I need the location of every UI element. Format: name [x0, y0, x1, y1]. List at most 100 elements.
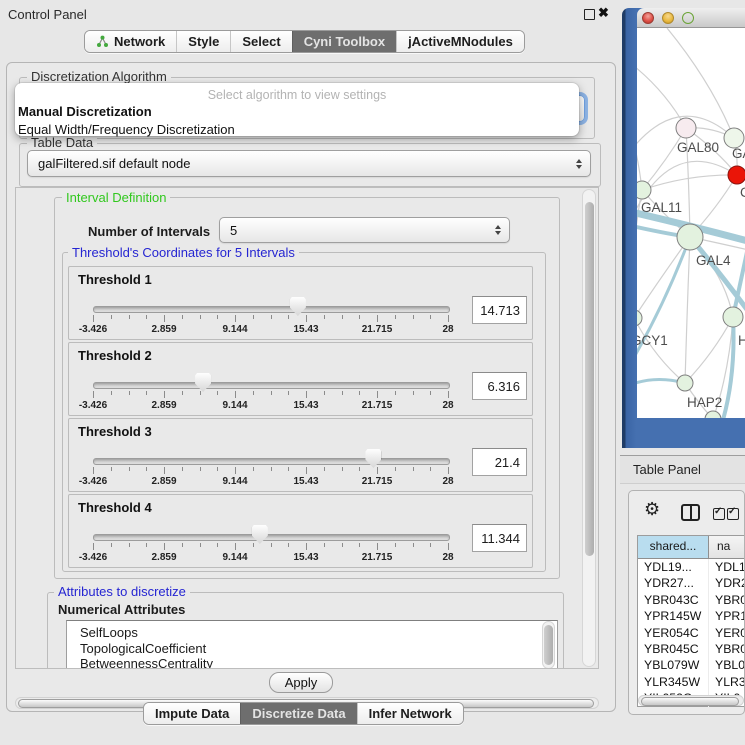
network-edge[interactable] — [667, 28, 734, 138]
threshold-value-field[interactable]: 6.316 — [472, 372, 527, 400]
table-cell[interactable]: YBR0 — [709, 592, 745, 608]
slider-track[interactable] — [93, 382, 450, 389]
tab-impute-data[interactable]: Impute Data — [144, 703, 240, 724]
tab-style[interactable]: Style — [176, 31, 230, 52]
combo-stepper-icon[interactable] — [495, 225, 501, 235]
threshold-value-field[interactable]: 11.344 — [472, 524, 527, 552]
table-row[interactable]: YER054CYER0 — [638, 625, 745, 641]
table-row[interactable]: YPR145WYPR1 — [638, 608, 745, 624]
column-header-na[interactable]: na — [709, 536, 745, 558]
table-cell[interactable]: YBL079W — [638, 657, 709, 673]
network-edge[interactable] — [690, 237, 733, 317]
slider-track[interactable] — [93, 534, 450, 541]
table-cell[interactable]: YBR043C — [638, 592, 709, 608]
tab-cyni-toolbox[interactable]: Cyni Toolbox — [292, 31, 396, 52]
slider-handle[interactable] — [252, 525, 268, 544]
slider-tick-mark — [306, 543, 307, 550]
zoom-traffic-light-icon[interactable] — [682, 12, 694, 24]
slider-tick-mark — [359, 391, 360, 395]
network-edge[interactable] — [642, 175, 737, 190]
attribute-list-item-topologicalcoefficient[interactable]: TopologicalCoefficient — [67, 641, 557, 657]
table-cell[interactable]: YBR045C — [638, 641, 709, 657]
numerical-attributes-list[interactable]: SelfLoopsTopologicalCoefficientBetweenne… — [66, 620, 558, 669]
column-header-shared-[interactable]: shared... — [638, 536, 709, 558]
tab-network[interactable]: Network — [85, 31, 176, 52]
split-columns-icon[interactable] — [681, 504, 700, 521]
network-node[interactable] — [637, 310, 642, 326]
attribute-list-item-selfloops[interactable]: SelfLoops — [67, 625, 557, 641]
slider-handle[interactable] — [195, 373, 211, 392]
table-row[interactable]: YBR045CYBR0 — [638, 641, 745, 657]
network-node[interactable] — [637, 181, 651, 199]
attributes-list-scrollbar-thumb[interactable] — [544, 625, 553, 665]
combo-stepper-icon[interactable] — [576, 159, 582, 169]
popup-option-manual-discretization[interactable]: Manual Discretization — [15, 103, 579, 121]
network-node[interactable] — [728, 166, 745, 184]
table-row[interactable]: YDR27...YDR2 — [638, 575, 745, 591]
close-traffic-light-icon[interactable] — [642, 12, 654, 24]
close-icon[interactable]: ✖ — [598, 5, 609, 21]
network-edge[interactable] — [637, 124, 642, 190]
slider-tick-mark — [271, 315, 272, 319]
column-checkbox-icon[interactable] — [727, 508, 739, 520]
attributes-list-scrollbar[interactable] — [542, 621, 555, 669]
slider-handle[interactable] — [290, 297, 306, 316]
table-cell[interactable]: YPR1 — [709, 608, 745, 624]
network-edge[interactable] — [637, 62, 686, 128]
network-node[interactable] — [677, 375, 693, 391]
table-data-combobox-value: galFiltered.sif default node — [38, 156, 190, 171]
network-edge[interactable] — [642, 128, 686, 190]
slider-handle[interactable] — [365, 449, 381, 468]
network-node[interactable] — [723, 307, 743, 327]
apply-button[interactable]: Apply — [269, 672, 333, 693]
network-edge[interactable] — [637, 318, 685, 383]
table-data-combobox[interactable]: galFiltered.sif default node — [27, 150, 591, 177]
settings-vertical-scrollbar-thumb[interactable] — [585, 202, 594, 556]
table-cell[interactable]: YER054C — [638, 625, 709, 641]
minimize-traffic-light-icon[interactable] — [662, 12, 674, 24]
slider-tick-label: -3.426 — [79, 324, 107, 335]
column-checkbox-icon[interactable] — [713, 508, 725, 520]
settings-gear-icon[interactable]: ⚙ — [644, 500, 660, 518]
settings-scroll-viewport: Interval Definition Number of Intervals … — [15, 187, 599, 669]
table-cell[interactable]: YBL0 — [709, 657, 745, 673]
table-horizontal-scrollbar[interactable] — [638, 695, 744, 706]
table-cell[interactable]: YDL19... — [638, 559, 709, 575]
table-row[interactable]: YLR345WYLR3 — [638, 674, 745, 690]
network-edge[interactable] — [685, 237, 690, 383]
slider-track[interactable] — [93, 306, 450, 313]
settings-vertical-scrollbar[interactable] — [582, 189, 596, 667]
table-horizontal-scrollbar-thumb[interactable] — [641, 697, 739, 706]
table-cell[interactable]: YBR0 — [709, 641, 745, 657]
table-cell[interactable]: YLR3 — [709, 674, 745, 690]
tab-discretize-data[interactable]: Discretize Data — [240, 703, 356, 724]
number-of-intervals-combobox[interactable]: 5 — [219, 217, 510, 243]
float-window-icon[interactable] — [584, 9, 595, 20]
tab-jactivemnodules[interactable]: jActiveMNodules — [396, 31, 524, 52]
network-edge[interactable] — [637, 237, 690, 318]
table-cell[interactable]: YPR145W — [638, 608, 709, 624]
table-cell[interactable]: YLR345W — [638, 674, 709, 690]
network-node[interactable] — [724, 128, 744, 148]
table-row[interactable]: YBL079WYBL0 — [638, 657, 745, 673]
threshold-value-field[interactable]: 14.713 — [472, 296, 527, 324]
attribute-list-item-betweennesscentrality[interactable]: BetweennessCentrality — [67, 656, 557, 669]
table-row[interactable]: YBR043CYBR0 — [638, 592, 745, 608]
table-cell[interactable]: YER0 — [709, 625, 745, 641]
network-node[interactable] — [676, 118, 696, 138]
network-edge-highlighted[interactable] — [637, 237, 690, 376]
network-window-titlebar[interactable] — [637, 8, 745, 28]
network-node[interactable] — [677, 224, 703, 250]
tab-select[interactable]: Select — [230, 31, 291, 52]
table-cell[interactable]: YDR27... — [638, 575, 709, 591]
threshold-value-field[interactable]: 21.4 — [472, 448, 527, 476]
popup-option-equal-width-frequency-discretization[interactable]: Equal Width/Frequency Discretization — [15, 121, 579, 139]
network-view-canvas[interactable]: GAL80GACGAL11GAL4GCY1HHAP2 — [637, 28, 745, 418]
table-row[interactable]: YDL19...YDL1 — [638, 559, 745, 575]
table-cell[interactable]: YDL1 — [709, 559, 745, 575]
table-cell[interactable]: YDR2 — [709, 575, 745, 591]
slider-tick-mark — [306, 467, 307, 474]
slider-tick-label: 28 — [442, 476, 453, 487]
tab-infer-network[interactable]: Infer Network — [357, 703, 463, 724]
slider-track[interactable] — [93, 458, 450, 465]
